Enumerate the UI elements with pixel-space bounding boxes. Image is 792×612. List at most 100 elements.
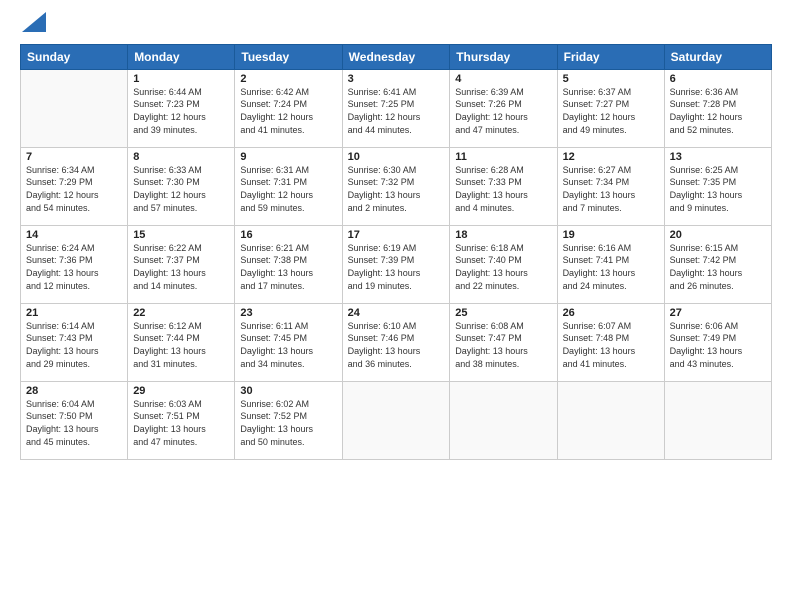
day-cell: 6Sunrise: 6:36 AM Sunset: 7:28 PM Daylig… <box>664 69 771 147</box>
day-cell <box>21 69 128 147</box>
day-info: Sunrise: 6:24 AM Sunset: 7:36 PM Dayligh… <box>26 242 122 292</box>
day-info: Sunrise: 6:06 AM Sunset: 7:49 PM Dayligh… <box>670 320 766 370</box>
page: SundayMondayTuesdayWednesdayThursdayFrid… <box>0 0 792 612</box>
day-number: 20 <box>670 229 766 241</box>
logo <box>20 16 46 36</box>
day-number: 12 <box>563 151 659 163</box>
day-cell: 29Sunrise: 6:03 AM Sunset: 7:51 PM Dayli… <box>128 381 235 459</box>
day-cell: 5Sunrise: 6:37 AM Sunset: 7:27 PM Daylig… <box>557 69 664 147</box>
day-cell: 7Sunrise: 6:34 AM Sunset: 7:29 PM Daylig… <box>21 147 128 225</box>
day-number: 5 <box>563 73 659 85</box>
day-number: 25 <box>455 307 551 319</box>
day-cell <box>557 381 664 459</box>
day-cell: 3Sunrise: 6:41 AM Sunset: 7:25 PM Daylig… <box>342 69 450 147</box>
day-info: Sunrise: 6:19 AM Sunset: 7:39 PM Dayligh… <box>348 242 445 292</box>
day-info: Sunrise: 6:08 AM Sunset: 7:47 PM Dayligh… <box>455 320 551 370</box>
day-info: Sunrise: 6:28 AM Sunset: 7:33 PM Dayligh… <box>455 164 551 214</box>
day-info: Sunrise: 6:31 AM Sunset: 7:31 PM Dayligh… <box>240 164 336 214</box>
day-number: 10 <box>348 151 445 163</box>
weekday-header-sunday: Sunday <box>21 44 128 69</box>
week-row-2: 7Sunrise: 6:34 AM Sunset: 7:29 PM Daylig… <box>21 147 772 225</box>
day-info: Sunrise: 6:11 AM Sunset: 7:45 PM Dayligh… <box>240 320 336 370</box>
day-number: 4 <box>455 73 551 85</box>
day-number: 3 <box>348 73 445 85</box>
day-cell: 14Sunrise: 6:24 AM Sunset: 7:36 PM Dayli… <box>21 225 128 303</box>
day-info: Sunrise: 6:10 AM Sunset: 7:46 PM Dayligh… <box>348 320 445 370</box>
week-row-5: 28Sunrise: 6:04 AM Sunset: 7:50 PM Dayli… <box>21 381 772 459</box>
day-cell: 9Sunrise: 6:31 AM Sunset: 7:31 PM Daylig… <box>235 147 342 225</box>
day-info: Sunrise: 6:18 AM Sunset: 7:40 PM Dayligh… <box>455 242 551 292</box>
day-number: 14 <box>26 229 122 241</box>
day-cell: 17Sunrise: 6:19 AM Sunset: 7:39 PM Dayli… <box>342 225 450 303</box>
day-cell: 28Sunrise: 6:04 AM Sunset: 7:50 PM Dayli… <box>21 381 128 459</box>
day-cell: 22Sunrise: 6:12 AM Sunset: 7:44 PM Dayli… <box>128 303 235 381</box>
day-cell: 12Sunrise: 6:27 AM Sunset: 7:34 PM Dayli… <box>557 147 664 225</box>
day-info: Sunrise: 6:14 AM Sunset: 7:43 PM Dayligh… <box>26 320 122 370</box>
day-cell <box>342 381 450 459</box>
week-row-3: 14Sunrise: 6:24 AM Sunset: 7:36 PM Dayli… <box>21 225 772 303</box>
day-cell: 15Sunrise: 6:22 AM Sunset: 7:37 PM Dayli… <box>128 225 235 303</box>
weekday-header-tuesday: Tuesday <box>235 44 342 69</box>
day-cell: 18Sunrise: 6:18 AM Sunset: 7:40 PM Dayli… <box>450 225 557 303</box>
day-number: 16 <box>240 229 336 241</box>
day-cell: 23Sunrise: 6:11 AM Sunset: 7:45 PM Dayli… <box>235 303 342 381</box>
day-number: 27 <box>670 307 766 319</box>
day-info: Sunrise: 6:30 AM Sunset: 7:32 PM Dayligh… <box>348 164 445 214</box>
day-number: 19 <box>563 229 659 241</box>
day-number: 7 <box>26 151 122 163</box>
weekday-header-saturday: Saturday <box>664 44 771 69</box>
day-cell: 1Sunrise: 6:44 AM Sunset: 7:23 PM Daylig… <box>128 69 235 147</box>
day-number: 6 <box>670 73 766 85</box>
day-number: 15 <box>133 229 229 241</box>
day-cell: 10Sunrise: 6:30 AM Sunset: 7:32 PM Dayli… <box>342 147 450 225</box>
weekday-header-monday: Monday <box>128 44 235 69</box>
day-cell: 25Sunrise: 6:08 AM Sunset: 7:47 PM Dayli… <box>450 303 557 381</box>
day-info: Sunrise: 6:37 AM Sunset: 7:27 PM Dayligh… <box>563 86 659 136</box>
day-info: Sunrise: 6:02 AM Sunset: 7:52 PM Dayligh… <box>240 398 336 448</box>
week-row-4: 21Sunrise: 6:14 AM Sunset: 7:43 PM Dayli… <box>21 303 772 381</box>
day-number: 9 <box>240 151 336 163</box>
calendar-table: SundayMondayTuesdayWednesdayThursdayFrid… <box>20 44 772 460</box>
day-cell: 11Sunrise: 6:28 AM Sunset: 7:33 PM Dayli… <box>450 147 557 225</box>
day-info: Sunrise: 6:42 AM Sunset: 7:24 PM Dayligh… <box>240 86 336 136</box>
weekday-header-thursday: Thursday <box>450 44 557 69</box>
day-info: Sunrise: 6:33 AM Sunset: 7:30 PM Dayligh… <box>133 164 229 214</box>
day-cell: 24Sunrise: 6:10 AM Sunset: 7:46 PM Dayli… <box>342 303 450 381</box>
day-number: 24 <box>348 307 445 319</box>
weekday-header-wednesday: Wednesday <box>342 44 450 69</box>
day-info: Sunrise: 6:12 AM Sunset: 7:44 PM Dayligh… <box>133 320 229 370</box>
day-number: 28 <box>26 385 122 397</box>
day-cell: 19Sunrise: 6:16 AM Sunset: 7:41 PM Dayli… <box>557 225 664 303</box>
day-number: 13 <box>670 151 766 163</box>
day-info: Sunrise: 6:16 AM Sunset: 7:41 PM Dayligh… <box>563 242 659 292</box>
day-number: 22 <box>133 307 229 319</box>
day-info: Sunrise: 6:27 AM Sunset: 7:34 PM Dayligh… <box>563 164 659 214</box>
day-number: 2 <box>240 73 336 85</box>
week-row-1: 1Sunrise: 6:44 AM Sunset: 7:23 PM Daylig… <box>21 69 772 147</box>
day-number: 30 <box>240 385 336 397</box>
day-number: 23 <box>240 307 336 319</box>
day-cell: 2Sunrise: 6:42 AM Sunset: 7:24 PM Daylig… <box>235 69 342 147</box>
day-number: 18 <box>455 229 551 241</box>
day-cell <box>450 381 557 459</box>
logo-arrow-icon <box>22 12 46 32</box>
day-number: 29 <box>133 385 229 397</box>
day-info: Sunrise: 6:41 AM Sunset: 7:25 PM Dayligh… <box>348 86 445 136</box>
day-info: Sunrise: 6:22 AM Sunset: 7:37 PM Dayligh… <box>133 242 229 292</box>
day-info: Sunrise: 6:34 AM Sunset: 7:29 PM Dayligh… <box>26 164 122 214</box>
day-info: Sunrise: 6:39 AM Sunset: 7:26 PM Dayligh… <box>455 86 551 136</box>
header <box>20 16 772 36</box>
day-info: Sunrise: 6:25 AM Sunset: 7:35 PM Dayligh… <box>670 164 766 214</box>
day-cell: 4Sunrise: 6:39 AM Sunset: 7:26 PM Daylig… <box>450 69 557 147</box>
day-cell: 27Sunrise: 6:06 AM Sunset: 7:49 PM Dayli… <box>664 303 771 381</box>
day-number: 8 <box>133 151 229 163</box>
day-info: Sunrise: 6:07 AM Sunset: 7:48 PM Dayligh… <box>563 320 659 370</box>
day-info: Sunrise: 6:21 AM Sunset: 7:38 PM Dayligh… <box>240 242 336 292</box>
day-cell: 30Sunrise: 6:02 AM Sunset: 7:52 PM Dayli… <box>235 381 342 459</box>
day-cell: 13Sunrise: 6:25 AM Sunset: 7:35 PM Dayli… <box>664 147 771 225</box>
day-number: 17 <box>348 229 445 241</box>
day-info: Sunrise: 6:15 AM Sunset: 7:42 PM Dayligh… <box>670 242 766 292</box>
day-info: Sunrise: 6:03 AM Sunset: 7:51 PM Dayligh… <box>133 398 229 448</box>
day-cell <box>664 381 771 459</box>
day-cell: 21Sunrise: 6:14 AM Sunset: 7:43 PM Dayli… <box>21 303 128 381</box>
